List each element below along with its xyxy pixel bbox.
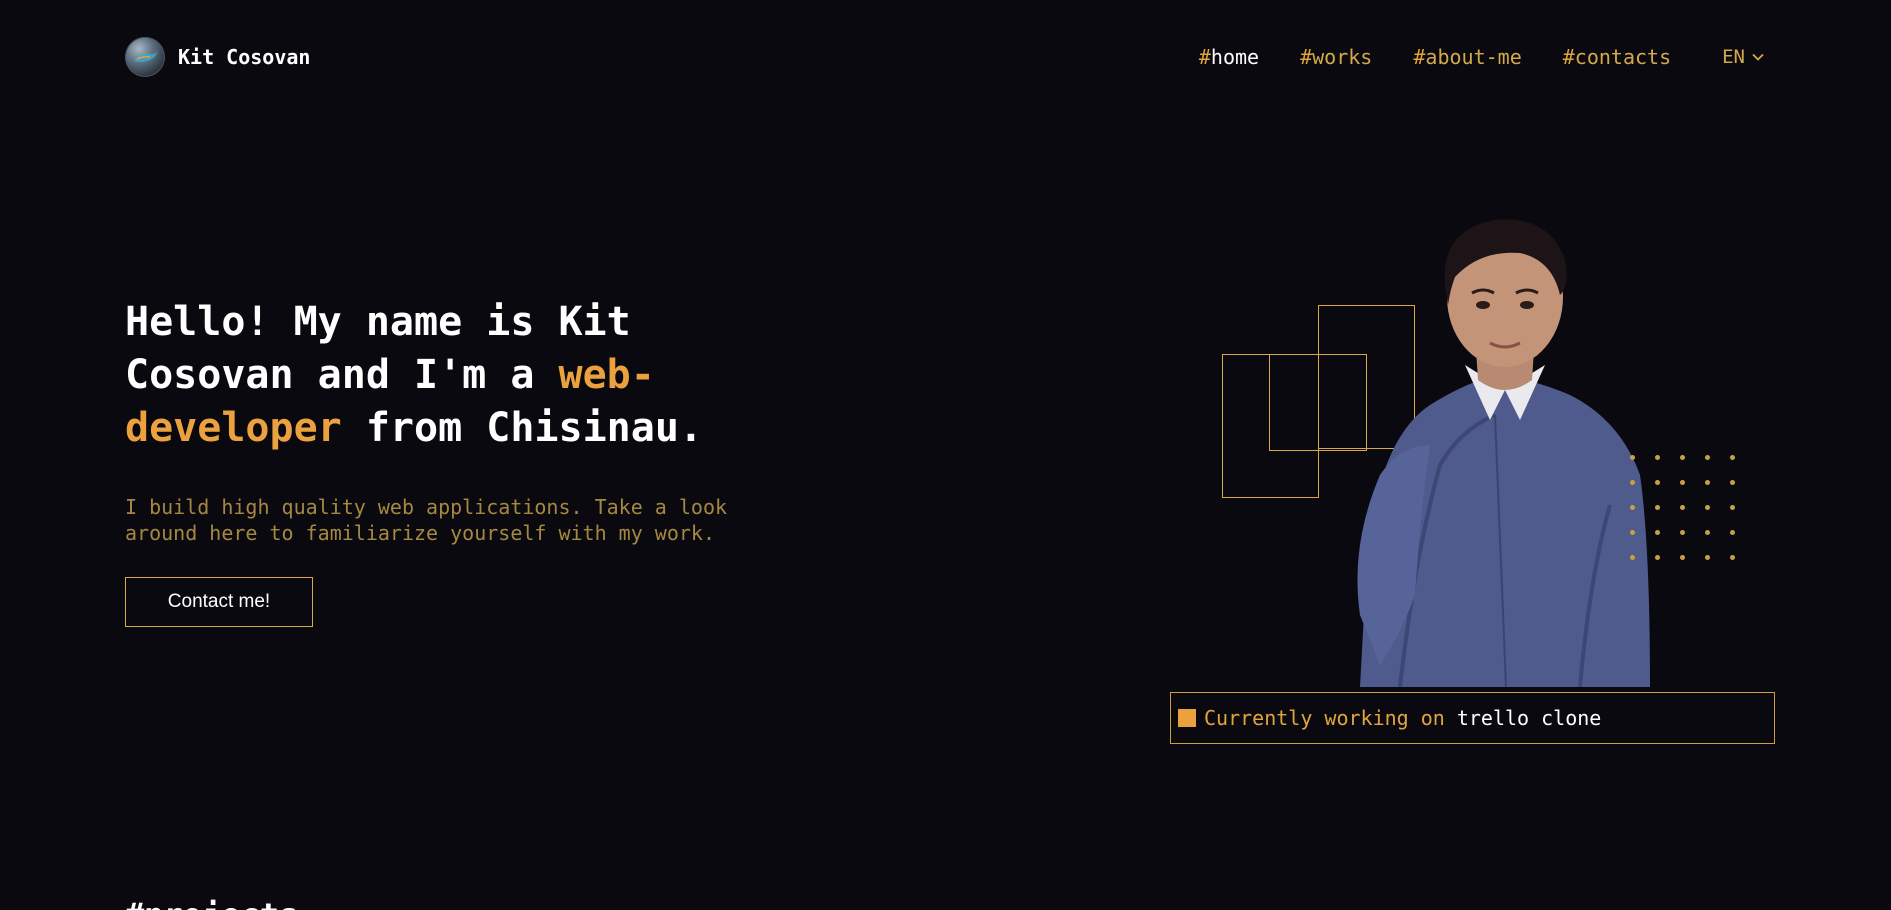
status-square-icon <box>1178 709 1196 727</box>
dot <box>1680 530 1685 535</box>
nav-item-home[interactable]: # home <box>1199 45 1259 69</box>
dot <box>1680 455 1685 460</box>
nav-item-contacts[interactable]: # contacts <box>1563 45 1671 69</box>
dot <box>1705 455 1710 460</box>
brand-name: Kit Cosovan <box>178 45 311 69</box>
brand[interactable]: Kit Cosovan <box>125 37 310 77</box>
dot <box>1655 480 1660 485</box>
nav-hash: # <box>1413 45 1426 69</box>
status-project: trello clone <box>1456 706 1602 730</box>
projects-heading: #projects <box>125 896 298 910</box>
dot <box>1655 505 1660 510</box>
dot <box>1680 505 1685 510</box>
hero-title-part1: Hello! My name is Kit Cosovan and I'm a <box>125 299 631 398</box>
dot <box>1705 555 1710 560</box>
dot <box>1730 530 1735 535</box>
hero-title: Hello! My name is Kit Cosovan and I'm a … <box>125 296 765 455</box>
nav-item-works[interactable]: # works <box>1300 45 1372 69</box>
dot <box>1655 455 1660 460</box>
nav-hash: # <box>1562 45 1575 69</box>
nav-label-contacts: contacts <box>1574 45 1672 69</box>
nav-hash: # <box>1198 45 1211 69</box>
hero-title-part2: from Chisinau. <box>341 405 703 451</box>
contact-me-button[interactable]: Contact me! <box>125 577 313 627</box>
dot <box>1730 455 1735 460</box>
dot <box>1655 555 1660 560</box>
dot <box>1730 505 1735 510</box>
nav-label-home: home <box>1210 45 1260 69</box>
dot <box>1630 505 1635 510</box>
nav-item-about-me[interactable]: # about-me <box>1413 45 1521 69</box>
nav-hash: # <box>1300 45 1313 69</box>
nav-label-works: works <box>1312 45 1373 69</box>
dot <box>1630 455 1635 460</box>
dot <box>1680 555 1685 560</box>
dot <box>1730 480 1735 485</box>
nav-label-about-me: about-me <box>1425 45 1522 69</box>
hero-subtitle: I build high quality web applications. T… <box>125 495 728 545</box>
dot <box>1630 555 1635 560</box>
dot <box>1705 480 1710 485</box>
dot <box>1705 530 1710 535</box>
chevron-down-icon <box>1752 53 1764 61</box>
page: Kit Cosovan # home # works # about-me # cont… <box>0 0 1891 910</box>
status-text: Currently working on <box>1204 706 1445 730</box>
dot <box>1730 555 1735 560</box>
portrait-image <box>1357 219 1650 687</box>
language-select[interactable]: EN <box>1722 46 1764 68</box>
current-work-status: Currently working on trello clone <box>1170 692 1775 744</box>
dot <box>1655 530 1660 535</box>
dot <box>1630 480 1635 485</box>
avatar-logo-icon <box>125 37 165 77</box>
dot <box>1680 480 1685 485</box>
dot <box>1630 530 1635 535</box>
decor-dots <box>1630 455 1755 580</box>
dot <box>1705 505 1710 510</box>
language-label: EN <box>1722 46 1745 68</box>
main-nav: # home # works # about-me # contacts EN <box>1199 45 1764 69</box>
